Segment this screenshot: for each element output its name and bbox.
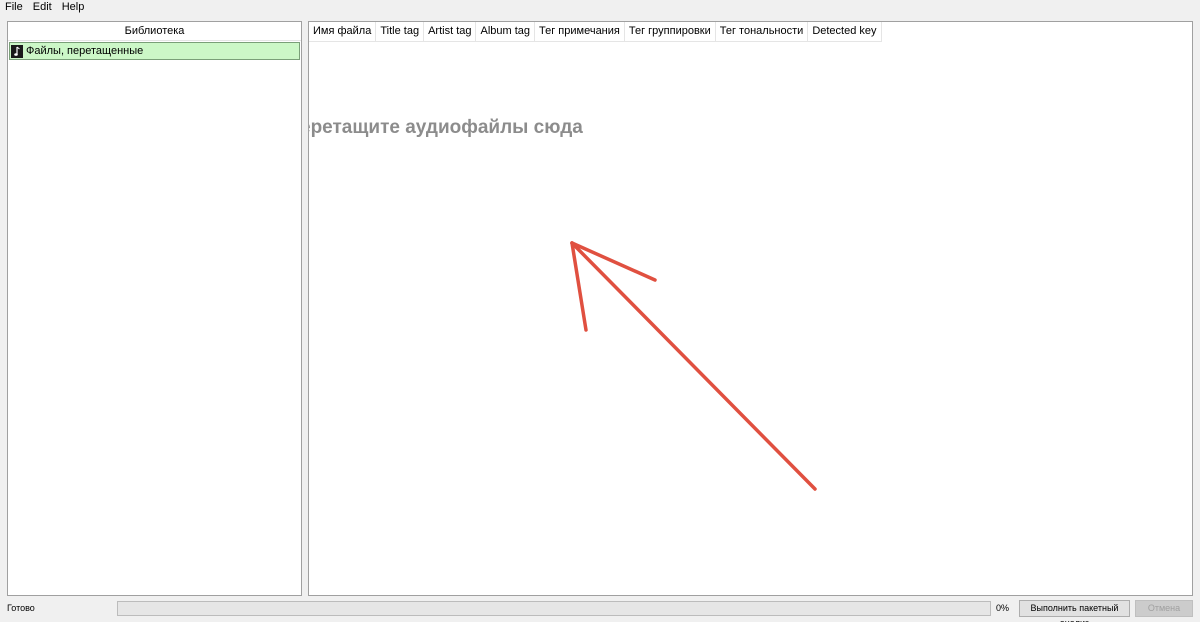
library-header[interactable]: Библиотека <box>8 22 301 41</box>
menu-bar: File Edit Help <box>0 0 1200 14</box>
column-header-title-tag[interactable]: Title tag <box>376 22 425 42</box>
column-header-filename[interactable]: Имя файла <box>309 22 377 42</box>
library-item-label: Файлы, перетащенные <box>26 45 144 57</box>
cancel-button[interactable]: Отмена <box>1135 600 1193 617</box>
progress-bar <box>117 601 991 616</box>
status-bar: Готово 0% Выполнить пакетный анализ Отме… <box>0 598 1200 622</box>
column-header-grouping-tag[interactable]: Тег группировки <box>624 22 716 42</box>
files-panel[interactable]: Имя файла Title tag Artist tag Album tag… <box>308 21 1193 596</box>
drop-hint: еретащите аудиофайлы сюда <box>309 117 583 139</box>
batch-analysis-button[interactable]: Выполнить пакетный анализ <box>1019 600 1130 622</box>
drop-hint-text: еретащите аудиофайлы сюда <box>308 117 583 138</box>
column-header-album-tag[interactable]: Album tag <box>476 22 536 42</box>
column-header-detected-key[interactable]: Detected key <box>808 22 882 42</box>
table-header: Имя файла Title tag Artist tag Album tag… <box>309 22 1192 42</box>
column-header-artist-tag[interactable]: Artist tag <box>424 22 477 42</box>
menu-edit[interactable]: Edit <box>28 0 57 14</box>
menu-file[interactable]: File <box>0 0 28 14</box>
menu-help[interactable]: Help <box>57 0 90 14</box>
status-text: Готово <box>7 603 35 613</box>
music-file-icon <box>11 44 23 58</box>
progress-percent: 0% <box>996 603 1010 613</box>
column-header-key-tag[interactable]: Тег тональности <box>715 22 809 42</box>
library-panel: Библиотека Файлы, перетащенные <box>7 21 302 596</box>
column-header-comment-tag[interactable]: Тег примечания <box>535 22 625 42</box>
library-item-dropped-files[interactable]: Файлы, перетащенные <box>9 42 300 60</box>
